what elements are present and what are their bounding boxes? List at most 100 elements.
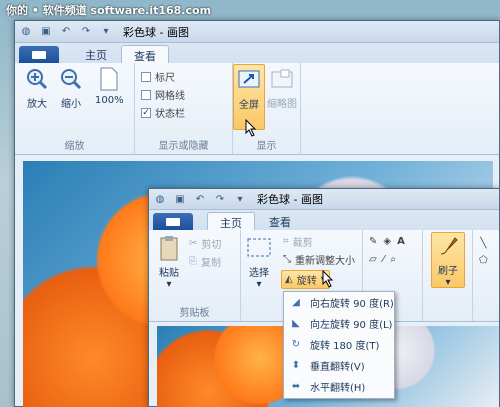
redo-icon-2[interactable]: ↷: [213, 192, 227, 206]
tools-row-1: ✎ ◈ A: [369, 236, 405, 247]
undo-icon[interactable]: ↶: [59, 25, 73, 39]
menu-item-flip-horizontal[interactable]: ⬌ 水平翻转(H): [284, 376, 394, 397]
redo-icon[interactable]: ↷: [79, 25, 93, 39]
tab-view[interactable]: 查看: [121, 45, 169, 63]
paint-menu-button-2[interactable]: [153, 213, 193, 230]
zoom-out-icon: [59, 67, 83, 91]
resize-button[interactable]: ⤡ 重新调整大小: [283, 252, 355, 267]
copy-icon: ⎘: [189, 256, 197, 267]
brushes-group: 刷子 ▾: [423, 230, 473, 321]
brushes-label: 刷子: [438, 266, 458, 277]
rotate-left-icon: ◣: [292, 318, 300, 329]
resize-icon: ⤡: [283, 254, 291, 265]
status-bar-check-box: ✓: [141, 107, 151, 118]
cut-label: 剪切: [201, 240, 222, 251]
save-icon[interactable]: ▣: [39, 25, 53, 39]
zoom-group: 放大 缩小 100% 缩放: [15, 63, 135, 154]
crop-icon: ⌗: [283, 236, 289, 247]
menu-item-flip-vertical[interactable]: ⬍ 垂直翻转(V): [284, 355, 394, 376]
zoom-in-icon: [25, 67, 49, 91]
brushes-button[interactable]: 刷子 ▾: [431, 232, 465, 288]
ruler-label: 标尺: [155, 73, 175, 84]
flip-vertical-icon: ⬍: [291, 360, 301, 371]
clipboard-group: 粘贴 ▾ ✂ 剪切 ⎘ 复制 剪贴板: [149, 230, 241, 321]
crop-label: 裁剪: [292, 238, 313, 249]
scissors-icon: ✂: [189, 238, 198, 249]
pencil-icon[interactable]: ✎: [369, 236, 377, 247]
rotate-right-icon: ◢: [292, 297, 300, 308]
shapes-preview[interactable]: ╲ ⬠: [479, 238, 488, 266]
select-button[interactable]: 选择 ▾: [247, 236, 271, 290]
menu-item-rotate-180[interactable]: ↻ 旋转 180 度(T): [284, 334, 394, 355]
rotate-180-label: 旋转 180 度(T): [310, 341, 380, 352]
crop-button[interactable]: ⌗ 裁剪: [283, 234, 313, 249]
menu-item-rotate-right[interactable]: ◢ 向右旋转 90 度(R): [284, 292, 394, 313]
zoom-out-label: 缩小: [61, 99, 81, 110]
zoom-group-label: 缩放: [64, 141, 85, 152]
pentagon-shape-icon: ⬠: [479, 255, 488, 266]
flip-vertical-label: 垂直翻转(V): [310, 362, 365, 373]
status-bar-label: 状态栏: [155, 109, 185, 120]
gridlines-checkbox[interactable]: 网格线: [141, 87, 185, 102]
fullscreen-label: 全屏: [239, 100, 259, 111]
thumbnail-button[interactable]: 缩略图: [267, 67, 297, 110]
menu-item-rotate-left[interactable]: ◣ 向左旋转 90 度(L): [284, 313, 394, 334]
paste-button[interactable]: 粘贴 ▾: [157, 236, 181, 290]
title-bar-2: ◍ ▣ ↶ ↷ ▾ 彩色球 - 画图: [149, 189, 499, 210]
show-hide-group-label: 显示或隐藏: [158, 141, 209, 152]
tab-home-2[interactable]: 主页: [207, 212, 255, 230]
zoom-in-label: 放大: [27, 99, 47, 110]
magnifier-icon[interactable]: ⌕: [390, 254, 396, 265]
window-title-2: 彩色球 - 画图: [257, 193, 323, 206]
zoom-in-button[interactable]: 放大: [25, 67, 49, 110]
app-icon-2: ◍: [155, 193, 165, 205]
watermark-text: 你的 • 软件频道 software.it168.com: [6, 4, 212, 17]
cut-button[interactable]: ✂ 剪切: [189, 236, 221, 251]
page-icon: [97, 67, 121, 91]
eraser-icon[interactable]: ▱: [369, 254, 377, 265]
selection-icon: [247, 236, 271, 260]
show-hide-group: 标尺 网格线 ✓ 状态栏 显示或隐藏: [135, 63, 233, 154]
rotate-menu: ◢ 向右旋转 90 度(R) ◣ 向左旋转 90 度(L) ↻ 旋转 180 度(T)…: [283, 291, 395, 399]
shapes-group: ╲ ⬠: [473, 230, 500, 321]
gridlines-label: 网格线: [155, 91, 185, 102]
tab-view-2[interactable]: 查看: [257, 212, 303, 230]
save-icon-2[interactable]: ▣: [173, 192, 187, 206]
text-icon[interactable]: A: [397, 236, 405, 247]
tools-row-2: ▱ ⁄ ⌕: [369, 254, 396, 265]
ribbon-view: 放大 缩小 100% 缩放 标尺 网格线 ✓ 状态栏 显示或隐藏 全屏 缩略图 …: [15, 63, 499, 155]
rotate-right-label: 向右旋转 90 度(R): [310, 299, 394, 310]
rotate-icon: ◭: [285, 274, 293, 285]
mouse-cursor-icon: [245, 119, 257, 137]
window-title: 彩色球 - 画图: [123, 25, 189, 39]
zoom-out-button[interactable]: 缩小: [59, 67, 83, 110]
clipboard-group-label: 剪贴板: [179, 308, 210, 319]
status-bar-checkbox[interactable]: ✓ 状态栏: [141, 105, 185, 120]
tab-home[interactable]: 主页: [73, 45, 119, 63]
thumbnail-label: 缩略图: [267, 99, 297, 110]
quick-access-dropdown-icon[interactable]: ▾: [99, 25, 113, 39]
copy-button[interactable]: ⎘ 复制: [189, 254, 221, 269]
title-bar: ◍ ▣ ↶ ↷ ▾ 彩色球 - 画图: [15, 21, 499, 43]
undo-icon-2[interactable]: ↶: [193, 192, 207, 206]
resize-label: 重新调整大小: [295, 256, 355, 267]
ruler-checkbox[interactable]: 标尺: [141, 69, 175, 84]
ribbon-tabs: 主页 查看: [15, 43, 499, 63]
paint-menu-button[interactable]: [19, 46, 59, 63]
clipboard-icon: [157, 236, 181, 261]
brush-icon: [436, 236, 460, 258]
quick-access-dropdown-icon-2[interactable]: ▾: [233, 192, 247, 206]
flip-horizontal-label: 水平翻转(H): [310, 383, 366, 394]
chevron-down-icon-4: ▾: [445, 277, 451, 288]
color-picker-icon[interactable]: ⁄: [383, 254, 385, 265]
zoom-100-button[interactable]: 100%: [95, 67, 124, 106]
paste-label: 粘贴: [159, 268, 179, 279]
fullscreen-icon: [237, 68, 261, 92]
line-shape-icon: ╲: [480, 238, 487, 249]
chevron-down-icon: ▾: [166, 279, 172, 290]
display-group: 全屏 缩略图 显示: [233, 63, 301, 154]
fill-icon[interactable]: ◈: [383, 236, 391, 247]
app-icon: ◍: [21, 26, 31, 37]
ribbon-tabs-2: 主页 查看: [149, 210, 499, 230]
gridlines-check-box: [141, 89, 151, 100]
